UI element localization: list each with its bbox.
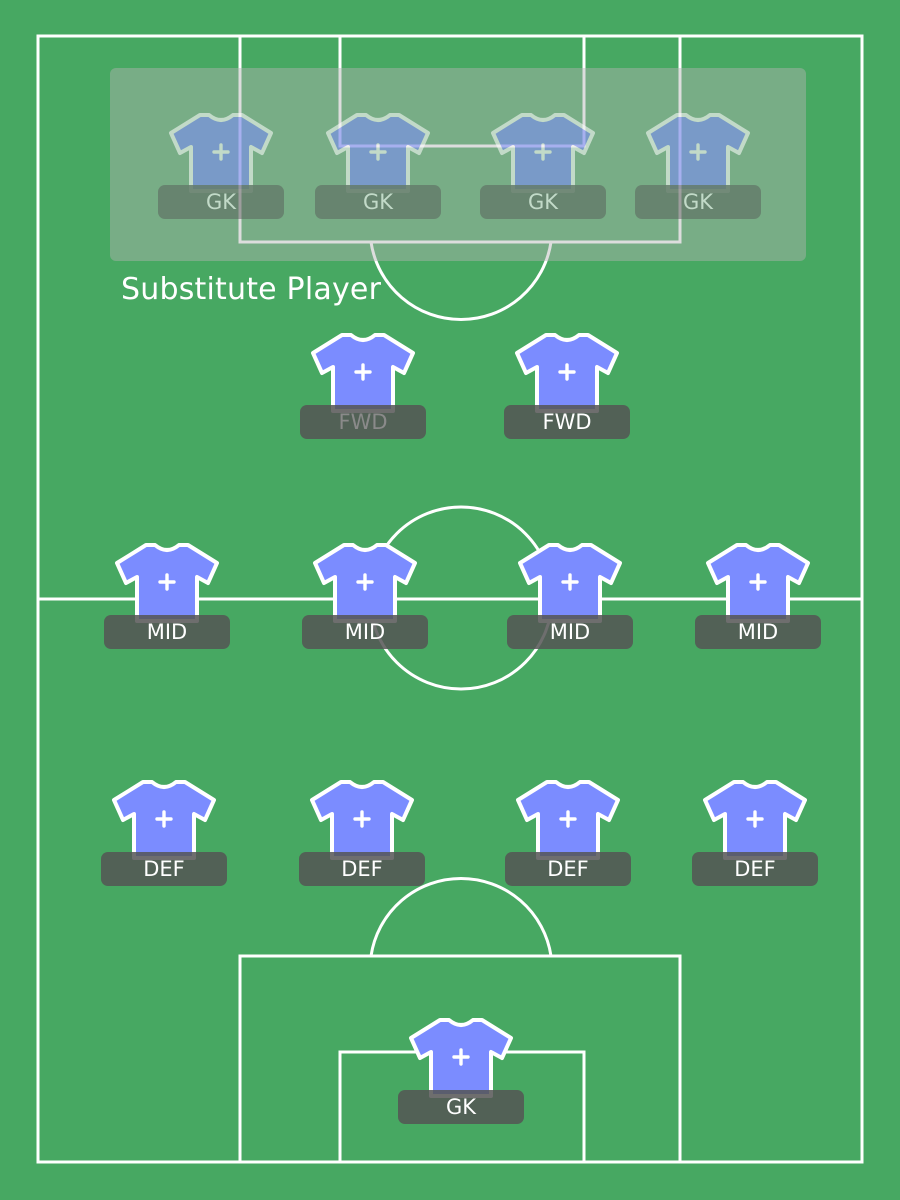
position-label: MID xyxy=(104,615,230,649)
position-label: FWD xyxy=(300,405,426,439)
substitute-gk-slot[interactable]: GK xyxy=(158,111,284,221)
gk-slot[interactable]: GK xyxy=(398,1016,524,1126)
shirt-icon xyxy=(706,543,810,623)
fwd-slot[interactable]: FWD xyxy=(300,331,426,441)
players-layer: GK GK GK GK FWD FWD MID MID MID MID DEF … xyxy=(0,0,900,1200)
shirt-icon xyxy=(169,113,273,193)
def-slot[interactable]: DEF xyxy=(299,778,425,888)
position-label: DEF xyxy=(101,852,227,886)
substitute-gk-slot[interactable]: GK xyxy=(480,111,606,221)
shirt-icon xyxy=(313,543,417,623)
shirt-icon xyxy=(646,113,750,193)
shirt-icon xyxy=(112,780,216,860)
position-label: GK xyxy=(480,185,606,219)
position-label: DEF xyxy=(505,852,631,886)
mid-slot[interactable]: MID xyxy=(302,541,428,651)
position-label: DEF xyxy=(299,852,425,886)
shirt-icon xyxy=(703,780,807,860)
shirt-icon xyxy=(311,333,415,413)
position-label: GK xyxy=(635,185,761,219)
shirt-icon xyxy=(491,113,595,193)
substitute-gk-slot[interactable]: GK xyxy=(635,111,761,221)
position-label: DEF xyxy=(692,852,818,886)
mid-slot[interactable]: MID xyxy=(695,541,821,651)
position-label: GK xyxy=(315,185,441,219)
fwd-slot[interactable]: FWD xyxy=(504,331,630,441)
position-label: MID xyxy=(695,615,821,649)
position-label: FWD xyxy=(504,405,630,439)
mid-slot[interactable]: MID xyxy=(507,541,633,651)
position-label: GK xyxy=(158,185,284,219)
shirt-icon xyxy=(518,543,622,623)
def-slot[interactable]: DEF xyxy=(101,778,227,888)
shirt-icon xyxy=(310,780,414,860)
mid-slot[interactable]: MID xyxy=(104,541,230,651)
shirt-icon xyxy=(409,1018,513,1098)
position-label: GK xyxy=(398,1090,524,1124)
substitute-gk-slot[interactable]: GK xyxy=(315,111,441,221)
shirt-icon xyxy=(115,543,219,623)
shirt-icon xyxy=(515,333,619,413)
shirt-icon xyxy=(516,780,620,860)
position-label: MID xyxy=(507,615,633,649)
shirt-icon xyxy=(326,113,430,193)
def-slot[interactable]: DEF xyxy=(505,778,631,888)
position-label: MID xyxy=(302,615,428,649)
def-slot[interactable]: DEF xyxy=(692,778,818,888)
